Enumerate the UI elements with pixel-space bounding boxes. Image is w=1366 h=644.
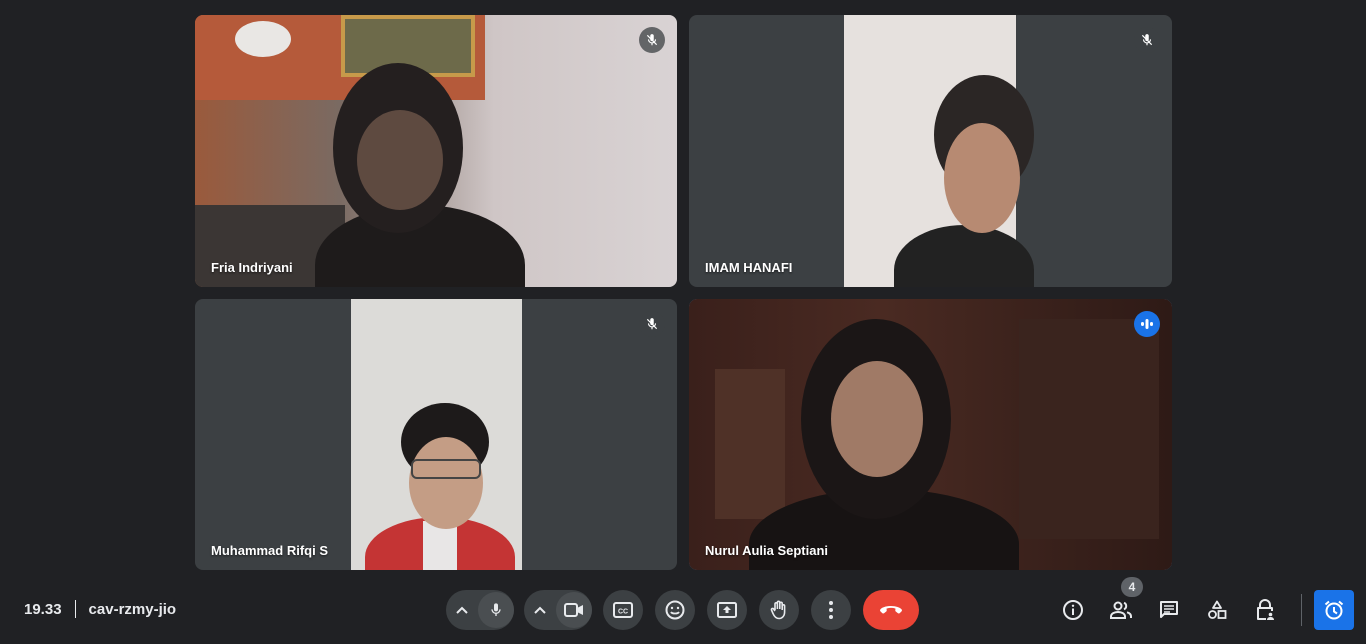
chevron-up-icon — [456, 606, 468, 614]
meeting-time: 19.33 — [24, 600, 62, 618]
participant-name: IMAM HANAFI — [705, 260, 793, 275]
meet-window: Fria Indriyani IMAM HANAFI Muhammad Rifq… — [0, 0, 1366, 644]
participant-name: Muhammad Rifqi S — [211, 543, 329, 558]
reactions-button[interactable] — [655, 590, 695, 630]
participant-name: Fria Indriyani — [211, 260, 293, 275]
participant-tile-3[interactable]: Muhammad Rifqi S — [195, 299, 677, 570]
participant-video-2 — [844, 15, 1034, 287]
more-vert-icon — [829, 601, 833, 619]
lock-person-icon — [1257, 599, 1274, 620]
people-icon — [1110, 601, 1132, 619]
raise-hand-button[interactable] — [759, 590, 799, 630]
people-button[interactable] — [1101, 590, 1141, 630]
activities-button[interactable] — [1197, 590, 1237, 630]
participant-video-3 — [351, 299, 522, 570]
info-icon — [1063, 600, 1083, 620]
participant-tile-1[interactable]: Fria Indriyani — [195, 15, 677, 287]
participant-name: Nurul Aulia Septiani — [705, 543, 829, 558]
hand-icon — [770, 600, 786, 620]
chevron-up-icon — [534, 606, 546, 614]
participant-tile-2[interactable]: IMAM HANAFI — [689, 15, 1172, 287]
shapes-icon — [1208, 600, 1227, 619]
timer-button[interactable] — [1314, 590, 1354, 630]
mic-off-icon — [639, 311, 665, 337]
divider — [74, 600, 76, 618]
chat-button[interactable] — [1149, 590, 1189, 630]
call-end-icon — [880, 606, 902, 614]
video-options-button[interactable] — [524, 590, 556, 630]
audio-options-button[interactable] — [446, 590, 478, 630]
meeting-details-button[interactable] — [1053, 590, 1093, 630]
participant-video-4 — [689, 299, 1172, 570]
videocam-icon — [564, 603, 583, 617]
mic-off-icon — [1134, 27, 1160, 53]
participant-video-1 — [195, 15, 677, 287]
meeting-info: 19.33 cav-rzmy-jio — [24, 600, 176, 618]
participant-tile-4[interactable]: Nurul Aulia Septiani — [689, 299, 1172, 570]
mic-icon — [491, 603, 501, 616]
camera-control-group — [524, 590, 592, 630]
mic-off-icon — [639, 27, 665, 53]
emoji-icon — [665, 600, 685, 620]
mic-button[interactable] — [478, 592, 514, 628]
closed-caption-icon: CC — [613, 602, 633, 618]
meeting-code[interactable]: cav-rzmy-jio — [89, 601, 177, 618]
more-options-button[interactable] — [811, 590, 851, 630]
mic-control-group — [446, 590, 514, 630]
camera-button[interactable] — [556, 592, 592, 628]
speaking-indicator-icon — [1134, 311, 1160, 337]
control-bar: 19.33 cav-rzmy-jio CC 4 — [0, 577, 1366, 644]
alarm-icon — [1324, 600, 1344, 620]
svg-text:CC: CC — [618, 609, 628, 616]
chat-icon — [1160, 601, 1178, 618]
end-call-button[interactable] — [863, 590, 919, 630]
captions-button[interactable]: CC — [603, 590, 643, 630]
host-controls-button[interactable] — [1245, 590, 1285, 630]
divider — [1301, 594, 1302, 626]
present-button[interactable] — [707, 590, 747, 630]
present-screen-icon — [717, 602, 737, 618]
